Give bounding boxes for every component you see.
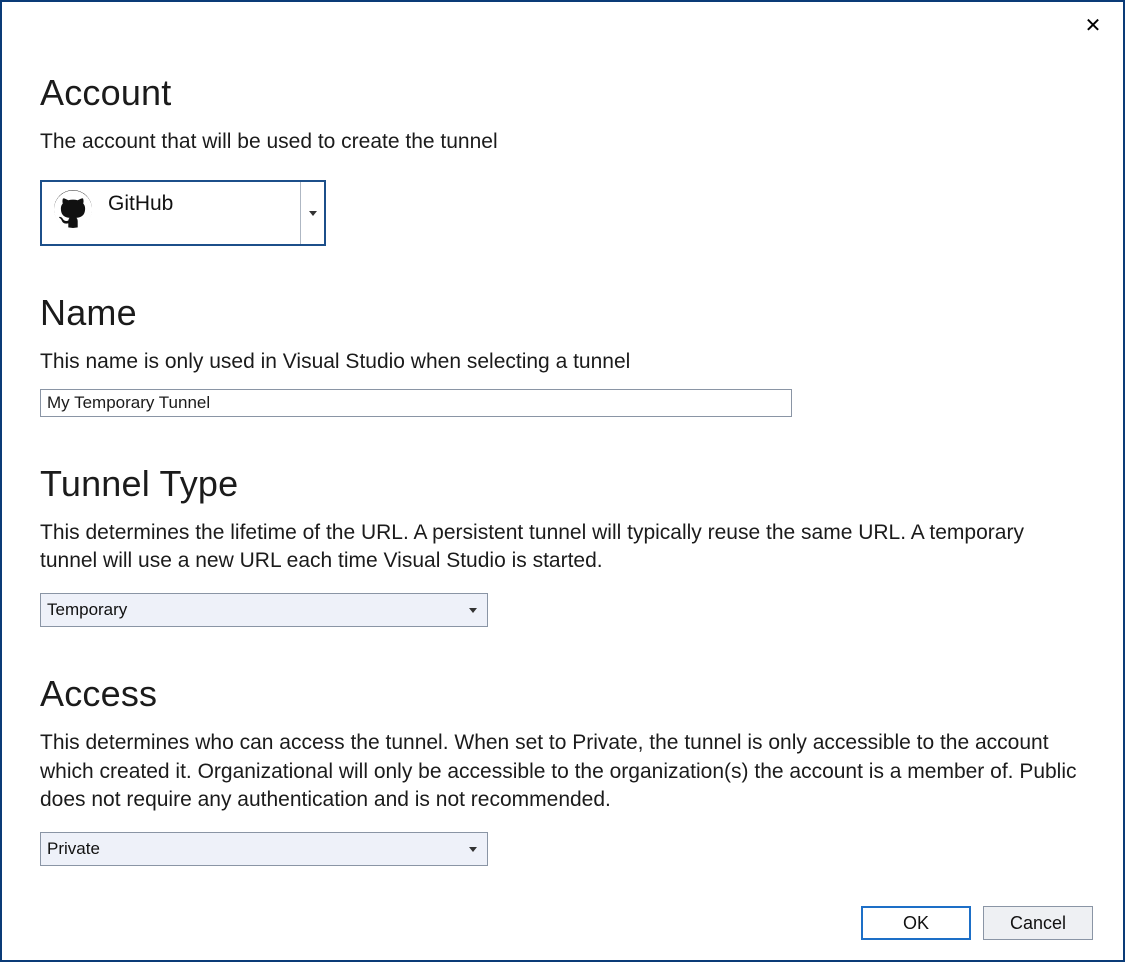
close-button[interactable]: ✕ xyxy=(1081,16,1105,40)
account-description: The account that will be used to create … xyxy=(40,128,1085,156)
chevron-down-icon xyxy=(469,608,477,613)
cancel-button-label: Cancel xyxy=(1010,913,1066,934)
chevron-down-icon xyxy=(309,211,317,216)
account-dropdown-button[interactable] xyxy=(300,182,324,244)
ok-button-label: OK xyxy=(903,913,929,934)
chevron-down-icon xyxy=(469,847,477,852)
close-icon: ✕ xyxy=(1085,15,1102,37)
access-description: This determines who can access the tunne… xyxy=(40,729,1085,814)
access-heading: Access xyxy=(40,673,1085,715)
account-selected-label: GitHub xyxy=(108,192,173,216)
create-tunnel-dialog: ✕ Account The account that will be used … xyxy=(0,0,1125,962)
name-heading: Name xyxy=(40,292,1085,334)
github-icon xyxy=(54,190,92,228)
access-selected-label: Private xyxy=(47,839,469,859)
account-selector-main[interactable]: GitHub xyxy=(42,182,300,244)
ok-button[interactable]: OK xyxy=(861,906,971,940)
account-selector[interactable]: GitHub xyxy=(40,180,326,246)
tunnel-name-input[interactable] xyxy=(40,389,792,417)
account-heading: Account xyxy=(40,72,1085,114)
tunnel-type-heading: Tunnel Type xyxy=(40,463,1085,505)
cancel-button[interactable]: Cancel xyxy=(983,906,1093,940)
access-select[interactable]: Private xyxy=(40,832,488,866)
tunnel-type-selected-label: Temporary xyxy=(47,600,469,620)
tunnel-type-select[interactable]: Temporary xyxy=(40,593,488,627)
tunnel-type-description: This determines the lifetime of the URL.… xyxy=(40,519,1085,576)
dialog-footer: OK Cancel xyxy=(861,906,1093,940)
name-description: This name is only used in Visual Studio … xyxy=(40,348,1085,376)
dialog-content: Account The account that will be used to… xyxy=(2,2,1123,866)
